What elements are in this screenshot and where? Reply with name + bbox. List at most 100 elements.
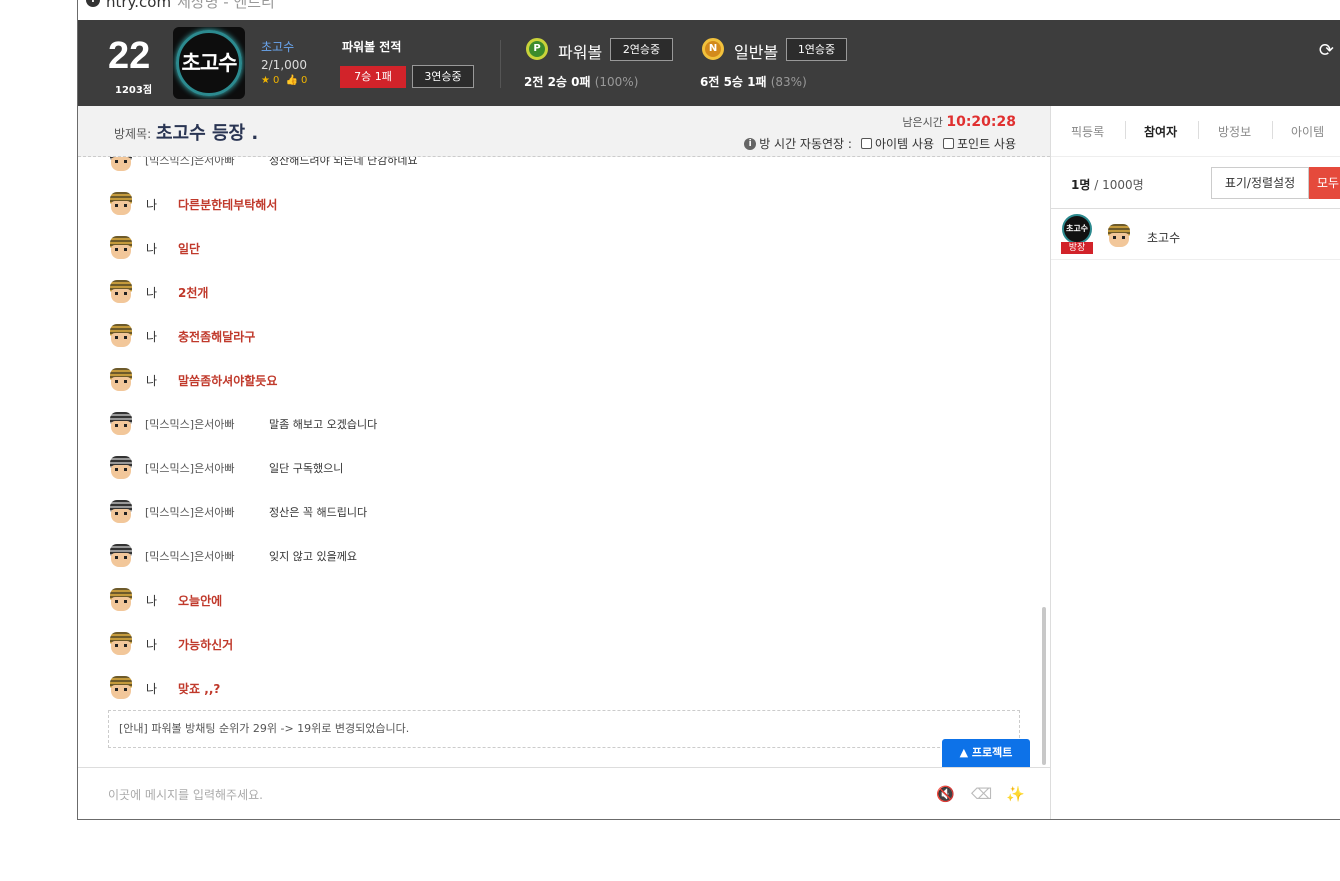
header-divider [500, 40, 501, 88]
auto-extend-label: 방 시간 자동연장 : [759, 137, 852, 151]
user-face-icon[interactable] [108, 631, 134, 657]
side-tabs: 픽등록 참여자 방정보 아이템 [1051, 106, 1340, 157]
user-face-icon[interactable] [108, 367, 134, 393]
message-nick[interactable]: [믹스믹스]은서아빠 [145, 416, 269, 432]
message-nick[interactable]: [믹스믹스]은서아빠 [145, 548, 269, 564]
chat-message: 나 다른분한테부탁해서 [108, 191, 277, 217]
message-nick[interactable]: 나 [146, 240, 178, 257]
participant-row[interactable]: 초고수 방장 초고수 [1051, 210, 1340, 260]
message-nick[interactable]: [믹스믹스]은서아빠 [145, 157, 269, 168]
thumbs-up-icon: 👍 [285, 75, 298, 86]
point-use-checkbox[interactable] [942, 138, 954, 149]
message-nick[interactable]: 나 [146, 196, 178, 213]
user-face-icon[interactable] [108, 543, 134, 569]
user-face-icon[interactable] [108, 235, 134, 261]
user-badges: ★ 0 👍 0 [261, 75, 310, 86]
side-panel: 픽등록 참여자 방정보 아이템 1명 / 1000명 표기/정렬설정 모두 초고… [1050, 106, 1340, 819]
normalball-coin-icon: N [702, 38, 724, 60]
tab-divider [1272, 121, 1273, 139]
browser-url[interactable]: ntry.com 세상명 - 엔트리 [106, 0, 275, 12]
normalball-streak: 1연승중 [786, 38, 847, 61]
normalball-stat: 6전 5승 1패 (83%) [700, 75, 807, 89]
avatar-text: 초고수 [181, 51, 238, 75]
item-use-checkbox[interactable] [860, 138, 872, 149]
eraser-icon[interactable]: ⌫ [971, 785, 992, 803]
room-title: 초고수 등장 . [156, 123, 259, 144]
project-button[interactable]: ▲ 프로젝트 [942, 739, 1030, 767]
tab-participants[interactable]: 참여자 [1144, 123, 1177, 140]
chat-scrollbar[interactable] [1042, 607, 1046, 765]
chat-message: [믹스믹스]은서아빠 말좀 해보고 오겠습니다 [108, 411, 377, 437]
user-face-icon[interactable] [108, 499, 134, 525]
participant-face-icon [1106, 223, 1132, 249]
participant-count: 1명 / 1000명 [1071, 178, 1144, 192]
star-icon: ★ [261, 75, 270, 86]
browser-titlebar: i ntry.com세상명 - 엔트리 [78, 0, 1340, 20]
message-input[interactable]: 이곳에 메시지를 입력해주세요. [108, 786, 263, 803]
chat-message: [믹스믹스]은서아빠 정산은 꼭 해드립니다 [108, 499, 367, 525]
message-text: 말씀좀하셔야할듯요 [178, 373, 278, 388]
chat-message: [믹스믹스]은서아빠 일단 구독했으니 [108, 455, 343, 481]
message-nick[interactable]: 나 [146, 636, 178, 653]
all-button[interactable]: 모두 [1309, 167, 1340, 199]
message-nick[interactable]: 나 [146, 284, 178, 301]
point-use-label[interactable]: 포인트 사용 [957, 135, 1016, 152]
mute-icon[interactable]: 🔇 [936, 785, 955, 803]
user-face-icon[interactable] [108, 675, 134, 701]
chat-message: 나 맞죠 ,,? [108, 675, 220, 701]
tab-items[interactable]: 아이템 [1291, 123, 1324, 140]
participant-count-row: 1명 / 1000명 표기/정렬설정 모두 [1051, 157, 1340, 209]
message-nick[interactable]: [믹스믹스]은서아빠 [145, 460, 269, 476]
info-icon: i [744, 137, 757, 150]
message-nick[interactable]: 나 [146, 328, 178, 345]
user-face-icon[interactable] [108, 587, 134, 613]
chat-message: 나 충전좀해달라구 [108, 323, 255, 349]
tab-divider [1198, 121, 1199, 139]
chat-message: 나 일단 [108, 235, 200, 261]
user-face-icon[interactable] [108, 323, 134, 349]
powerball-label: 파워볼 [558, 43, 603, 62]
magic-wand-icon[interactable]: ✨ [1006, 785, 1025, 803]
auto-extend-row: i 방 시간 자동연장 : 아이템 사용 포인트 사용 [744, 135, 1016, 152]
chat-message: [믹스믹스]은서아빠 정산해드려야 되는데 난감하네요 [108, 157, 418, 173]
tab-room-info[interactable]: 방정보 [1218, 123, 1251, 140]
host-badge: 방장 [1061, 242, 1093, 254]
message-text: 정산해드려야 되는데 난감하네요 [269, 157, 418, 167]
user-face-icon[interactable] [108, 157, 134, 173]
chat-message: 나 오늘안에 [108, 587, 222, 613]
room-title-bar: 방제목: 초고수 등장 . 남은시간 10:20:28 i 방 시간 자동연장 … [78, 106, 1050, 157]
normalball-label: 일반볼 [734, 43, 779, 62]
chat-area[interactable]: [믹스믹스]은서아빠 정산해드려야 되는데 난감하네요 나 다른분한테부탁해서 나 일단 나… [78, 157, 1050, 767]
star-count: 0 [272, 75, 280, 86]
item-use-label[interactable]: 아이템 사용 [875, 135, 934, 152]
user-face-icon[interactable] [108, 191, 134, 217]
info-icon[interactable]: i [86, 0, 100, 7]
powerball-stat: 2전 2승 0패 (100%) [524, 75, 639, 89]
message-nick[interactable]: [믹스믹스]은서아빠 [145, 504, 269, 520]
message-nick[interactable]: 나 [146, 372, 178, 389]
message-nick[interactable]: 나 [146, 592, 178, 609]
refresh-icon[interactable]: ⟳ [1319, 40, 1334, 61]
like-count: 0 [300, 75, 308, 86]
message-text: 일단 [178, 241, 201, 256]
user-name-link[interactable]: 초고수 [261, 38, 294, 55]
tab-pick[interactable]: 픽등록 [1071, 123, 1104, 140]
user-face-icon[interactable] [108, 411, 134, 437]
user-face-icon[interactable] [108, 455, 134, 481]
user-avatar[interactable]: 초고수 [173, 27, 245, 99]
record-title: 파워볼 전적 [342, 40, 402, 54]
message-text: 충전좀해달라구 [178, 329, 256, 344]
sort-settings-button[interactable]: 표기/정렬설정 [1211, 167, 1309, 199]
message-text: 다른분한테부탁해서 [178, 197, 278, 212]
message-text: 말좀 해보고 오겠습니다 [269, 418, 378, 431]
remaining-time: 남은시간 10:20:28 [902, 114, 1016, 130]
message-text: 잊지 않고 있을께요 [269, 550, 357, 563]
message-text: 가능하신거 [178, 637, 234, 652]
user-face-icon[interactable] [108, 279, 134, 305]
message-nick[interactable]: 나 [146, 680, 178, 697]
user-level: 22 [108, 35, 151, 77]
powerball-streak: 2연승중 [610, 38, 673, 61]
chat-message: 나 가능하신거 [108, 631, 233, 657]
record-result: 7승 1패 [340, 66, 406, 88]
message-input-bar: 이곳에 메시지를 입력해주세요. 🔇 ⌫ ✨ [78, 767, 1050, 819]
